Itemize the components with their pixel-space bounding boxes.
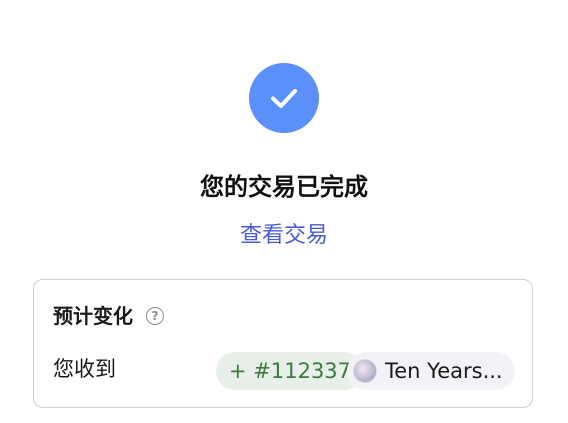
nft-thumbnail-image <box>353 359 377 383</box>
estimated-changes-title: 预计变化 <box>53 304 133 328</box>
received-label: 您收到 <box>53 357 116 381</box>
view-transaction-link[interactable]: 查看交易 <box>0 220 568 252</box>
transaction-complete-screen: 您的交易已完成 查看交易 预计变化 ? 您收到 + #112337 Ten Ye… <box>0 0 568 423</box>
estimated-changes-card: 预计变化 ? 您收到 + #112337 Ten Years... <box>33 279 533 408</box>
nft-collection-name: Ten Years... <box>385 359 503 383</box>
estimated-changes-header: 预计变化 ? <box>53 301 164 331</box>
nft-collection-pill[interactable]: Ten Years... <box>347 352 515 390</box>
success-checkmark-icon <box>249 63 319 133</box>
question-circle-icon[interactable]: ? <box>146 307 164 325</box>
token-id-badge: + #112337 <box>216 352 364 390</box>
transaction-complete-title: 您的交易已完成 <box>200 173 368 201</box>
checkmark-icon <box>271 89 297 108</box>
